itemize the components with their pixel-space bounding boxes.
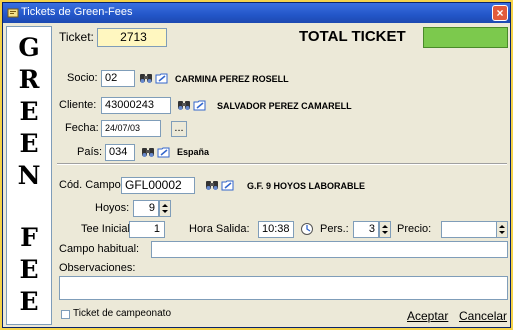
pais-name: España [177,147,210,157]
hoyos-spinner[interactable] [159,200,171,217]
total-ticket-label: TOTAL TICKET [299,28,406,45]
folder-icon[interactable] [155,71,169,85]
cliente-label: Cliente: [59,99,97,111]
binoculars-icon[interactable] [205,178,219,192]
folder-icon[interactable] [157,145,171,159]
folder-icon[interactable] [193,98,207,112]
binoculars-icon[interactable] [139,71,153,85]
fecha-field[interactable]: 24/07/03 [101,120,161,137]
hoyos-field[interactable]: 9 [133,200,159,217]
aceptar-button[interactable]: Aceptar [407,309,448,323]
banner-letter: G [18,33,40,62]
observaciones-field[interactable] [59,276,508,300]
socio-name: CARMINA PEREZ ROSELL [175,74,289,84]
cliente-name: SALVADOR PEREZ CAMARELL [217,101,352,111]
binoculars-icon[interactable] [141,145,155,159]
ticket-label: Ticket: [59,30,94,44]
banner-letter: F [20,223,38,252]
total-ticket-field [423,27,508,48]
campo-habitual-field[interactable] [151,241,508,258]
observaciones-label: Observaciones: [59,262,136,274]
dialog-window: Tickets de Green-Fees × G R E E N F E E … [2,2,511,328]
divider [57,163,507,165]
banner-letter: E [19,255,39,284]
banner-letter: E [19,97,39,126]
form-panel: Ticket: 2713 TOTAL TICKET Socio: 02 CARM… [55,26,509,326]
socio-field[interactable]: 02 [101,70,135,87]
banner-letter: E [19,287,39,316]
folder-icon[interactable] [221,178,235,192]
socio-label: Socio: [67,72,98,84]
clock-icon[interactable] [300,222,314,236]
campo-label: Cód. Campo: [59,179,124,191]
campo-name: G.F. 9 HOYOS LABORABLE [247,181,366,191]
tee-label: Tee Inicial: [81,223,133,235]
pers-field[interactable]: 3 [353,221,379,238]
precio-field[interactable] [441,221,497,238]
precio-spinner[interactable] [496,221,508,238]
campeonato-label: Ticket de campeonato [73,308,172,319]
pers-label: Pers.: [320,223,349,235]
campo-field[interactable]: GFL00002 [121,177,195,194]
cancelar-button[interactable]: Cancelar [459,309,507,323]
tee-field[interactable]: 1 [129,221,165,238]
campeonato-checkbox[interactable] [61,310,70,319]
binoculars-icon[interactable] [177,98,191,112]
campo-habitual-label: Campo habitual: [59,243,140,255]
hora-field[interactable]: 10:38 [258,221,294,238]
banner-letter: E [19,129,39,158]
pais-label: País: [77,146,103,158]
window-title: Tickets de Green-Fees [21,6,133,18]
date-picker-button[interactable]: ... [171,121,187,137]
title-bar[interactable]: Tickets de Green-Fees × [3,3,510,23]
green-fee-banner: G R E E N F E E [6,26,52,325]
app-icon [7,8,19,18]
close-button[interactable]: × [492,5,508,21]
hora-label: Hora Salida: [189,223,250,235]
pers-spinner[interactable] [379,221,391,238]
banner-letter: N [17,161,41,190]
ticket-number-field[interactable]: 2713 [97,28,167,47]
precio-label: Precio: [397,223,432,235]
hoyos-label: Hoyos: [95,202,130,214]
cliente-field[interactable]: 43000243 [101,97,171,114]
banner-letter: R [18,65,40,94]
pais-field[interactable]: 034 [105,144,135,161]
fecha-label: Fecha: [65,122,99,134]
